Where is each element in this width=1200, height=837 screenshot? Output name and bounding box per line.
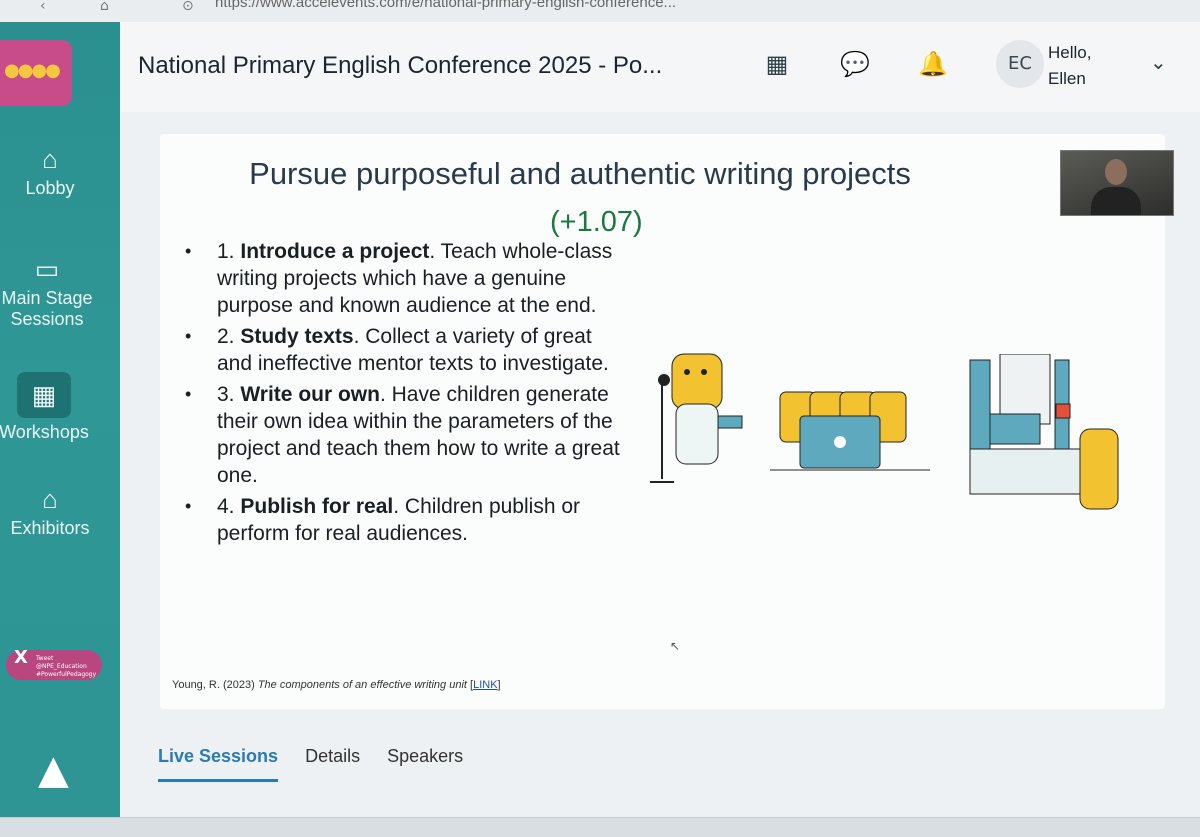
bullet-number: 2. (217, 325, 235, 348)
sidebar-item-lobby[interactable]: ⌂ Lobby (0, 144, 100, 199)
tweet-badge-text: Tweet @NPE_Education #PowerfulPedagogy (36, 655, 97, 678)
speaker-head (1105, 159, 1127, 185)
os-taskbar (0, 817, 1200, 837)
slide-effect-size: (+1.07) (550, 206, 643, 238)
sidebar: ●●●● ⌂ Lobby ▭ Main Stage Sessions ▦ Wor… (0, 22, 120, 817)
bullet-item: 2. Study texts. Collect a variety of gre… (185, 323, 625, 377)
bullet-number: 4. (217, 495, 235, 518)
url-bar[interactable]: https://www.accelevents.com/e/national-p… (215, 0, 676, 11)
avatar[interactable]: EC (996, 40, 1044, 88)
tab-live-sessions[interactable]: Live Sessions (158, 746, 279, 782)
home-icon[interactable]: ⌂ (100, 0, 109, 14)
bullet-item: 4. Publish for real. Children publish or… (185, 493, 625, 547)
printing-press-illustration (969, 354, 1119, 510)
tab-speakers[interactable]: Speakers (387, 746, 463, 779)
sidebar-item-label: Workshops (0, 422, 89, 442)
calendar-icon[interactable]: ▦ (760, 47, 794, 81)
home-icon: ⌂ (42, 144, 58, 174)
slide-title: Pursue purposeful and authentic writing … (249, 156, 911, 191)
event-logo[interactable]: ●●●● (0, 40, 72, 106)
slide-bullets: 1. Introduce a project. Teach whole-clas… (185, 238, 625, 551)
sidebar-item-label: Exhibitors (10, 518, 90, 538)
sidebar-item-label: Main Stage Sessions (1, 288, 93, 329)
chat-icon[interactable]: 💬 (838, 47, 872, 81)
sidebar-item-workshops[interactable]: ▦ Workshops (0, 372, 94, 443)
bullet-number: 3. (217, 383, 235, 406)
citation-author: Young, R. (2023) (172, 679, 255, 691)
session-tabs: Live Sessions Details Speakers (158, 746, 485, 782)
citation-link[interactable]: LINK (473, 679, 497, 691)
store-icon: ⌂ (42, 484, 58, 514)
sidebar-item-label: Lobby (25, 178, 75, 198)
cat-microphone-illustration (650, 353, 743, 483)
presentation-slide: Pursue purposeful and authentic writing … (160, 134, 1174, 709)
bullet-heading: Study texts (240, 325, 354, 348)
bullet-item: 1. Introduce a project. Teach whole-clas… (185, 238, 625, 319)
bullet-heading: Write our own (240, 383, 380, 406)
page-title: National Primary English Conference 2025… (138, 52, 663, 79)
lock-icon: ⊙ (182, 0, 194, 14)
cats-laptop-illustration (770, 391, 930, 471)
sidebar-item-main-stage[interactable]: ▭ Main Stage Sessions (0, 254, 102, 330)
tweet-badge[interactable]: X Tweet @NPE_Education #PowerfulPedagogy (6, 647, 102, 680)
video-icon: ▭ (34, 254, 60, 284)
user-greeting[interactable]: Hello, Ellen (1048, 40, 1091, 92)
browser-toolbar: ‹ ⌂ ⊙ https://www.accelevents.com/e/nati… (0, 0, 1200, 23)
slide-citation: Young, R. (2023) The components of an ef… (172, 679, 501, 691)
mouse-cursor-icon: ↖ (670, 639, 681, 653)
bullet-item: 3. Write our own. Have children generate… (185, 381, 625, 489)
bullet-heading: Publish for real (240, 495, 394, 518)
user-name: Ellen (1048, 69, 1086, 88)
back-icon[interactable]: ‹ (40, 0, 46, 14)
header: National Primary English Conference 2025… (120, 22, 1200, 112)
speaker-body (1091, 187, 1141, 215)
tab-details[interactable]: Details (305, 746, 360, 779)
accelevents-logo-icon[interactable]: ▲ (38, 750, 78, 790)
logo-icon: ●●●● (4, 60, 61, 81)
bullet-number: 1. (217, 240, 235, 263)
sidebar-item-exhibitors[interactable]: ⌂ Exhibitors (0, 484, 100, 539)
bullet-heading: Introduce a project (240, 240, 430, 263)
citation-title: The components of an effective writing u… (257, 679, 467, 691)
greeting-text: Hello, (1048, 43, 1092, 62)
main-content: Pursue purposeful and authentic writing … (120, 112, 1200, 817)
chevron-down-icon[interactable]: ⌄ (1150, 50, 1167, 74)
x-logo-icon: X (14, 647, 28, 668)
bell-icon[interactable]: 🔔 (916, 47, 950, 81)
calendar-icon: ▦ (17, 372, 71, 418)
speaker-video[interactable] (1060, 150, 1174, 216)
